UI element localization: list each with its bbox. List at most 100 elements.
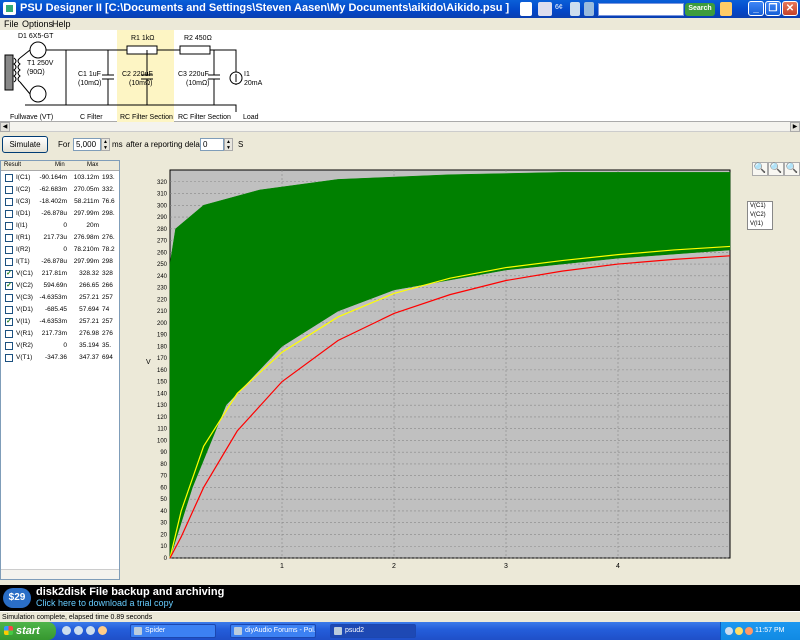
schematic-panel[interactable]: D1 6X5-GT T1 250V (90Ω) R1 1kΩ R2 450Ω C…: [0, 30, 800, 122]
app-icon[interactable]: [3, 2, 16, 15]
simulate-button[interactable]: Simulate: [2, 136, 48, 153]
results-list[interactable]: Result Min Max I(C1) -90.164m 103.12m 193. I…: [0, 160, 120, 580]
result-checkbox[interactable]: [5, 222, 13, 230]
results-horizontal-scrollbar[interactable]: [1, 569, 119, 579]
result-min: 217.81m: [41, 270, 67, 277]
ad-title[interactable]: disk2disk File backup and archiving: [36, 586, 224, 598]
zoom-fit-icon[interactable]: 🔍: [768, 162, 784, 176]
search-button[interactable]: Search: [685, 3, 715, 16]
section-label[interactable]: C Filter: [80, 114, 103, 121]
result-row[interactable]: I(T1) -26.878u 297.99m 298: [1, 256, 119, 268]
section-label[interactable]: RC Filter Section: [178, 114, 231, 121]
result-row[interactable]: V(R2) 0 35.194 35.: [1, 340, 119, 352]
zoom-in-icon[interactable]: 🔍: [752, 162, 768, 176]
task-diyaudio[interactable]: diyAudio Forums - Pol...: [230, 624, 316, 638]
delay-input[interactable]: 0: [200, 138, 224, 151]
result-row[interactable]: ✓ V(C1) 217.81m 328.32 328: [1, 268, 119, 280]
duration-input[interactable]: 5,000: [73, 138, 101, 151]
scroll-right-arrow-icon[interactable]: ▶: [790, 122, 800, 132]
task-psud2[interactable]: psud2: [330, 624, 416, 638]
section-label[interactable]: Fullwave (VT): [10, 114, 53, 121]
result-row[interactable]: I(C3) -18.402m 58.211m 76.6: [1, 196, 119, 208]
result-row[interactable]: I(R2) 0 78.210m 78.2: [1, 244, 119, 256]
duration-spinner[interactable]: ▲ ▼: [101, 138, 110, 151]
result-range: 193.: [102, 174, 115, 181]
result-checkbox[interactable]: [5, 210, 13, 218]
chart-legend: V(C1) V(C2) V(I1): [747, 201, 773, 230]
result-checkbox[interactable]: [5, 330, 13, 338]
window-title: PSU Designer II [C:\Documents and Settin…: [20, 2, 510, 14]
toolbar-dropdown-icon[interactable]: [584, 2, 594, 16]
result-max: 78.210m: [73, 246, 99, 253]
ad-link[interactable]: Click here to download a trial copy: [36, 598, 173, 608]
result-name: I(T1): [16, 258, 30, 265]
column-header-min[interactable]: Min: [55, 162, 65, 168]
result-min: 0: [63, 342, 67, 349]
voltage-chart[interactable]: 0 10 20 30 40 50 60 70 80 90 100 110 120 130 140 150 160…: [120, 160, 800, 580]
y-tick-label: 210: [157, 309, 168, 315]
column-header-result[interactable]: Result: [4, 162, 21, 168]
result-checkbox[interactable]: [5, 198, 13, 206]
delay-spinner[interactable]: ▲ ▼: [224, 138, 233, 151]
section-label[interactable]: RC Filter Section: [120, 114, 173, 121]
toolbar-mail-icon[interactable]: [520, 2, 532, 16]
result-row[interactable]: I(I1) 0 20m: [1, 220, 119, 232]
result-min: -347.36: [44, 354, 67, 361]
result-name: V(I1): [16, 318, 31, 325]
menu-help[interactable]: Help: [52, 18, 71, 30]
menu-options[interactable]: Options: [22, 18, 53, 30]
result-checkbox[interactable]: ✓: [5, 318, 13, 326]
result-row[interactable]: V(D1) -685.45 57.694 74: [1, 304, 119, 316]
result-min: -4.6353m: [39, 294, 67, 301]
result-row[interactable]: I(R1) 217.73u 276.98m 276.: [1, 232, 119, 244]
minimize-button[interactable]: _: [748, 1, 764, 16]
result-checkbox[interactable]: [5, 306, 13, 314]
result-range: 266: [102, 282, 113, 289]
result-row[interactable]: ✓ V(I1) -4.6353m 257.21 257: [1, 316, 119, 328]
column-header-max[interactable]: Max: [87, 162, 98, 168]
result-row[interactable]: I(C2) -62.683m 270.05m 332.: [1, 184, 119, 196]
tray-volume-icon[interactable]: [745, 627, 753, 635]
toolbar-extra-icon[interactable]: [570, 2, 580, 16]
result-row[interactable]: ✓ V(C2) 594.69n 266.65 266: [1, 280, 119, 292]
result-row[interactable]: I(C1) -90.164m 103.12m 193.: [1, 172, 119, 184]
result-checkbox[interactable]: [5, 186, 13, 194]
toolbar-pencil-icon[interactable]: [720, 2, 732, 16]
result-checkbox[interactable]: ✓: [5, 270, 13, 278]
close-button[interactable]: ✕: [782, 1, 798, 16]
menu-file[interactable]: File: [4, 18, 19, 30]
result-checkbox[interactable]: [5, 174, 13, 182]
result-row[interactable]: V(C3) -4.6353m 257.21 257: [1, 292, 119, 304]
schematic-horizontal-scrollbar[interactable]: ◀ ▶: [0, 122, 800, 132]
title-bar: PSU Designer II [C:\Documents and Settin…: [0, 0, 800, 18]
tray-network-icon[interactable]: [725, 627, 733, 635]
restore-button[interactable]: ❐: [765, 1, 781, 16]
ad-banner[interactable]: $29 disk2disk File backup and archiving …: [0, 585, 800, 611]
result-checkbox[interactable]: [5, 234, 13, 242]
result-row[interactable]: I(D1) -26.878u 297.99m 298.: [1, 208, 119, 220]
y-tick-label: 230: [157, 286, 168, 292]
result-checkbox[interactable]: [5, 246, 13, 254]
scroll-left-arrow-icon[interactable]: ◀: [0, 122, 10, 132]
result-checkbox[interactable]: [5, 258, 13, 266]
result-range: 35.: [102, 342, 112, 349]
result-range: 694: [102, 354, 113, 361]
tray-security-icon[interactable]: [735, 627, 743, 635]
result-checkbox[interactable]: [5, 354, 13, 362]
quicklaunch-browser-icon[interactable]: [62, 626, 71, 635]
result-checkbox[interactable]: [5, 342, 13, 350]
result-row[interactable]: V(T1) -347.36 347.37 694: [1, 352, 119, 364]
result-checkbox[interactable]: [5, 294, 13, 302]
zoom-out-icon[interactable]: 🔍: [784, 162, 800, 176]
section-label[interactable]: Load: [243, 114, 259, 121]
quicklaunch-ie-icon[interactable]: [86, 626, 95, 635]
result-row[interactable]: V(R1) 217.73m 276.98 276: [1, 328, 119, 340]
toolbar-search-input[interactable]: [598, 3, 684, 16]
result-min: 217.73m: [41, 330, 67, 337]
result-checkbox[interactable]: ✓: [5, 282, 13, 290]
start-button[interactable]: start: [0, 622, 56, 640]
quicklaunch-mail-icon[interactable]: [74, 626, 83, 635]
task-spider[interactable]: Spider: [130, 624, 216, 638]
quicklaunch-app-icon[interactable]: [98, 626, 107, 635]
weather-icon[interactable]: [538, 2, 552, 16]
